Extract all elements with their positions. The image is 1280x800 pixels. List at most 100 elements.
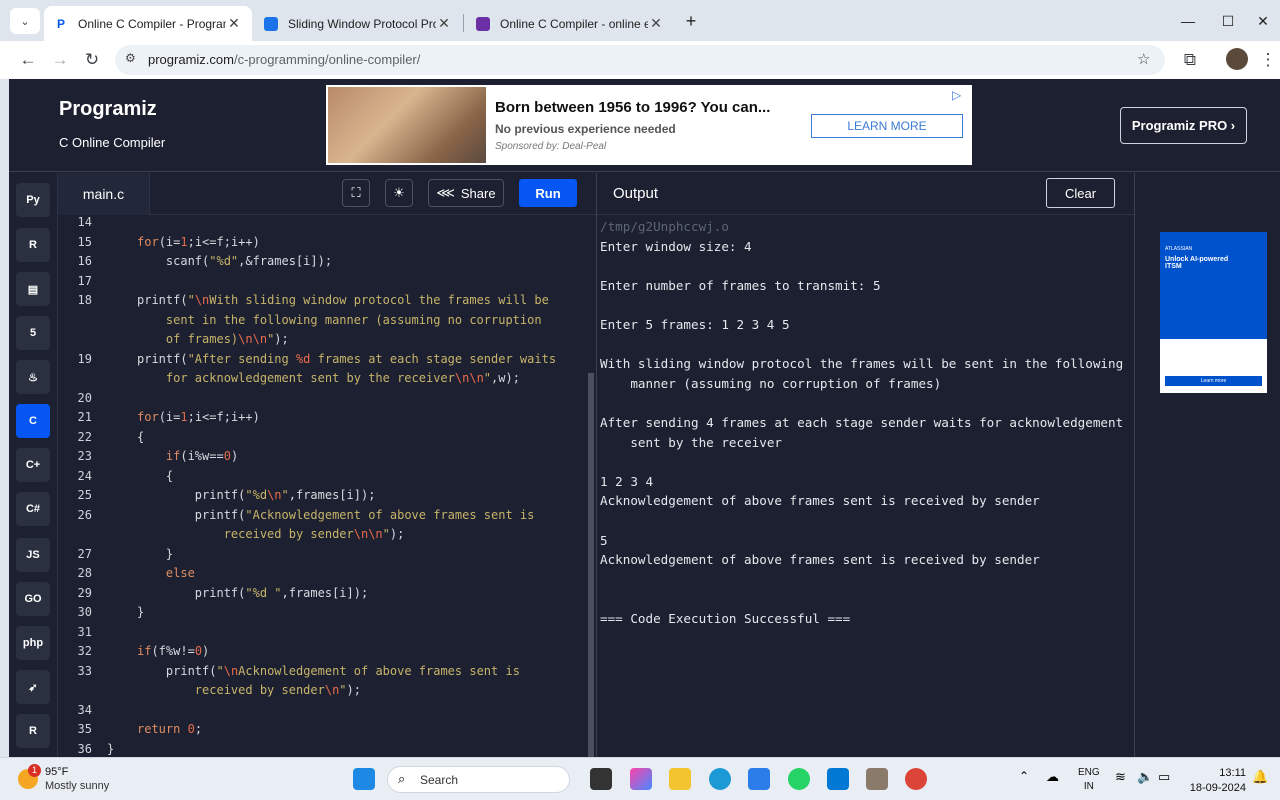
app-icon[interactable]: [866, 768, 888, 790]
close-tab-icon[interactable]: ✕: [648, 15, 664, 32]
editor-scrollbar[interactable]: [588, 373, 594, 757]
share-icon: ⋘: [436, 185, 455, 200]
go-icon[interactable]: GO: [16, 582, 50, 616]
profile-avatar[interactable]: [1226, 48, 1248, 70]
tab-online-c-compiler[interactable]: Online C Compiler - online edi... ✕: [466, 6, 674, 41]
clock[interactable]: 13:11 18-09-2024: [1186, 766, 1246, 796]
php-icon[interactable]: php: [16, 626, 50, 660]
file-tab-main-c[interactable]: main.c: [58, 173, 150, 215]
output-line: After sending 4 frames at each stage sen…: [600, 414, 1124, 430]
tab-sliding-window[interactable]: Sliding Window Protocol Progr... ✕: [254, 6, 462, 41]
back-icon[interactable]: ←: [14, 47, 42, 73]
fullscreen-icon[interactable]: ⛶: [342, 179, 370, 207]
wifi-icon[interactable]: ≋: [1115, 769, 1126, 785]
output-panel: Output Clear /tmp/g2Unphccwj.o Enter win…: [596, 173, 1134, 757]
battery-icon[interactable]: ▭: [1158, 769, 1170, 785]
banner-ad[interactable]: Born between 1956 to 1996? You can... No…: [326, 85, 972, 165]
output-line: 1 2 3 4: [600, 473, 654, 489]
close-tab-icon[interactable]: ✕: [226, 15, 242, 32]
close-tab-icon[interactable]: ✕: [436, 15, 452, 32]
output-line: Enter number of frames to transmit: 5: [600, 277, 881, 293]
search-label: Search: [420, 773, 459, 787]
programiz-logo[interactable]: Programiz: [59, 98, 157, 121]
clear-button[interactable]: Clear: [1046, 178, 1115, 208]
ad-learn-more-button[interactable]: LEARN MORE: [811, 114, 963, 138]
volume-icon[interactable]: 🔈: [1137, 769, 1153, 785]
task-view-icon[interactable]: [590, 768, 612, 790]
r-icon[interactable]: R: [16, 228, 50, 262]
weather-badge: 1: [28, 764, 41, 777]
reload-icon[interactable]: ↻: [78, 47, 106, 73]
share-button[interactable]: ⋘ Share: [428, 179, 504, 207]
tab-strip: ⌄ P Online C Compiler - Programiz ✕ Slid…: [0, 0, 1280, 41]
run-button[interactable]: Run: [519, 179, 577, 207]
address-bar[interactable]: ⚙ programiz.com/c-programming/online-com…: [115, 45, 1165, 75]
menu-icon[interactable]: ⋮: [1258, 47, 1278, 73]
atlassian-ad[interactable]: ATLASSIAN Unlock AI-powered ITSM Learn m…: [1160, 232, 1267, 393]
taskbar-search[interactable]: ⌕ Search: [387, 766, 570, 793]
chrome-icon[interactable]: [905, 768, 927, 790]
onedrive-icon[interactable]: ☁: [1046, 769, 1059, 785]
whatsapp-icon[interactable]: [788, 768, 810, 790]
minimize-icon[interactable]: —: [1166, 8, 1210, 34]
forward-icon[interactable]: →: [46, 47, 74, 73]
right-ad-panel: ATLASSIAN Unlock AI-powered ITSM Learn m…: [1134, 173, 1280, 757]
extensions-icon[interactable]: ⧉: [1176, 47, 1204, 73]
tab-programiz-compiler[interactable]: P Online C Compiler - Programiz ✕: [44, 6, 252, 41]
java-icon[interactable]: ♨: [16, 360, 50, 394]
weather-temp: 95°F: [45, 766, 69, 778]
c-icon[interactable]: C: [16, 404, 50, 438]
ad-subtitle: No previous experience needed: [495, 122, 676, 136]
ad-headline: Unlock AI-powered ITSM: [1165, 256, 1229, 270]
windows-start-icon[interactable]: [353, 768, 375, 790]
programiz-favicon: P: [54, 16, 68, 31]
weather-desc: Mostly sunny: [45, 780, 110, 792]
rust-icon[interactable]: R: [16, 714, 50, 748]
new-tab-button[interactable]: +: [676, 8, 706, 34]
site-header: Programiz C Online Compiler Born between…: [9, 79, 1280, 172]
output-line: Acknowledgement of above frames sent is …: [600, 552, 1040, 568]
windows-taskbar: 1 95°F Mostly sunny ⌕ Search ⌃ ☁ ENG IN ≋…: [0, 757, 1280, 800]
sql-icon[interactable]: ▤: [16, 272, 50, 306]
ad-title: Born between 1956 to 1996? You can...: [495, 99, 771, 116]
swift-icon[interactable]: ➶: [16, 670, 50, 704]
close-window-icon[interactable]: ✕: [1246, 8, 1280, 34]
search-icon: ⌕: [398, 771, 406, 786]
adchoices-icon[interactable]: ▷: [952, 88, 961, 102]
edge-icon[interactable]: [709, 768, 731, 790]
copilot-icon[interactable]: [630, 768, 652, 790]
time: 13:11: [1219, 767, 1246, 779]
cpp-icon[interactable]: C+: [16, 448, 50, 482]
bolt-favicon: [476, 16, 490, 31]
output-console[interactable]: /tmp/g2Unphccwj.o Enter window size: 4 E…: [600, 217, 1130, 628]
maximize-icon[interactable]: ☐: [1206, 8, 1250, 34]
csharp-icon[interactable]: C#: [16, 492, 50, 526]
input-language[interactable]: ENG IN: [1078, 766, 1100, 794]
lang-top: ENG: [1078, 767, 1100, 778]
javascript-icon[interactable]: JS: [16, 538, 50, 572]
programiz-pro-button[interactable]: Programiz PRO ›: [1120, 107, 1247, 144]
output-line: 5: [600, 532, 608, 548]
date: 18-09-2024: [1189, 782, 1246, 794]
output-line: === Code Execution Successful ===: [600, 610, 851, 626]
store-icon[interactable]: [748, 768, 770, 790]
site-info-icon[interactable]: ⚙: [125, 51, 136, 65]
url-text: programiz.com/c-programming/online-compi…: [148, 52, 421, 67]
code-area[interactable]: 14 15 for(i=1;i<=f;i++) 16 scanf("%d",&fr…: [58, 215, 588, 757]
file-explorer-icon[interactable]: [669, 768, 691, 790]
vscode-icon[interactable]: [827, 768, 849, 790]
ad-sponsor: Sponsored by: Deal-Peal: [495, 141, 607, 152]
ad-brand: ATLASSIAN: [1165, 246, 1193, 252]
output-title: Output: [613, 185, 659, 202]
ad-learn-more[interactable]: Learn more: [1165, 376, 1262, 386]
html5-icon[interactable]: 5: [16, 316, 50, 350]
notifications-icon[interactable]: 🔔: [1252, 769, 1268, 785]
python-icon[interactable]: Py: [16, 183, 50, 217]
theme-toggle-icon[interactable]: ☀: [385, 179, 413, 207]
ad-hero: ATLASSIAN Unlock AI-powered ITSM: [1160, 232, 1267, 339]
browser-toolbar: ← → ↻ ⚙ programiz.com/c-programming/onli…: [0, 41, 1280, 79]
output-line: Enter window size: 4: [600, 238, 752, 254]
show-hidden-icons[interactable]: ⌃: [1019, 769, 1029, 783]
bookmark-star-icon[interactable]: ☆: [1137, 50, 1150, 68]
tab-search-button[interactable]: ⌄: [10, 8, 40, 34]
